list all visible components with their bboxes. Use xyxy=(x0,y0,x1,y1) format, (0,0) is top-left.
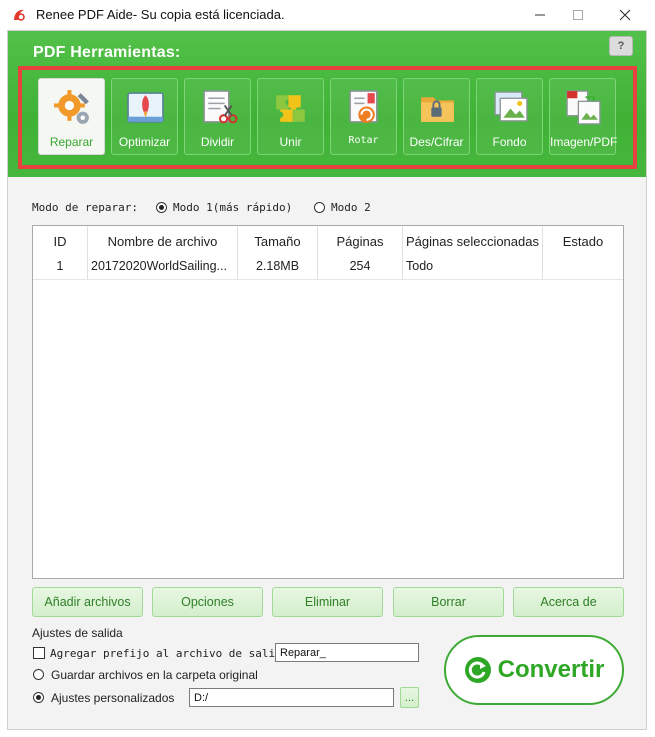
convert-label: Convertir xyxy=(497,656,605,683)
clear-button[interactable]: Borrar xyxy=(393,587,504,617)
tool-unir[interactable]: Unir xyxy=(257,78,324,155)
tool-label: Fondo xyxy=(492,135,527,149)
tool-dividir[interactable]: Dividir xyxy=(184,78,251,155)
table-cell-pages[interactable]: 254 xyxy=(318,252,403,280)
tool-label: Reparar xyxy=(49,135,94,149)
tool-label: Optimizar xyxy=(118,135,171,149)
options-button[interactable]: Opciones xyxy=(152,587,263,617)
folder-lock-icon xyxy=(421,97,454,122)
table-cell-size[interactable]: 2.18MB xyxy=(238,252,318,280)
mode1-label[interactable]: Modo 1(más rápido) xyxy=(173,201,292,214)
tool-label: Unir xyxy=(279,135,302,149)
background-image-icon xyxy=(494,91,528,122)
tool-label: Rotar xyxy=(348,135,379,146)
rocket-icon xyxy=(127,92,164,123)
window-title: Renee PDF Aide- Su copia está licenciada… xyxy=(36,7,285,22)
custom-settings-radio[interactable] xyxy=(33,692,44,703)
minimize-icon xyxy=(535,14,545,16)
puzzle-icon xyxy=(276,95,305,122)
tool-fondo[interactable]: Fondo xyxy=(476,78,543,155)
convert-arrow-icon xyxy=(464,657,491,683)
prefix-label[interactable]: Agregar prefijo al archivo de salida xyxy=(50,647,288,660)
rotate-document-icon xyxy=(349,90,378,123)
tool-rotar[interactable]: Rotar xyxy=(330,78,397,155)
save-original-radio[interactable] xyxy=(33,669,44,680)
about-button[interactable]: Acerca de xyxy=(513,587,624,617)
close-icon xyxy=(619,9,631,21)
add-files-button[interactable]: Añadir archivos xyxy=(32,587,143,617)
browse-button[interactable]: ... xyxy=(400,687,419,708)
mode-label: Modo de reparar: xyxy=(32,201,138,214)
tool-imagen-pdf[interactable]: Imagen/PDF xyxy=(549,78,618,155)
table-cell-filename[interactable]: 20172020WorldSailing... xyxy=(88,252,238,280)
help-button[interactable]: ? xyxy=(609,36,633,56)
save-original-label[interactable]: Guardar archivos en la carpeta original xyxy=(51,668,258,682)
mode2-radio[interactable] xyxy=(314,202,325,213)
maximize-button[interactable] xyxy=(555,0,601,30)
custom-settings-label[interactable]: Ajustes personalizados xyxy=(51,691,174,705)
tool-label: Imagen/PDF xyxy=(550,135,618,149)
table-cell-status[interactable] xyxy=(543,252,623,280)
prefix-checkbox[interactable] xyxy=(33,647,45,659)
help-icon: ? xyxy=(617,40,625,52)
convert-button[interactable]: Convertir xyxy=(444,635,624,705)
app-logo-icon xyxy=(14,9,25,21)
tool-optimizar[interactable]: Optimizar xyxy=(111,78,178,155)
prefix-input[interactable]: Reparar_ xyxy=(275,643,419,662)
delete-button[interactable]: Eliminar xyxy=(272,587,383,617)
table-cell-selected-pages[interactable]: Todo xyxy=(403,252,543,280)
output-path-input[interactable]: D:/ xyxy=(189,688,394,707)
output-settings-label: Ajustes de salida xyxy=(32,626,123,640)
scissors-document-icon xyxy=(203,90,238,124)
table-cell-id[interactable]: 1 xyxy=(33,252,88,280)
tool-label: Des/Cifrar xyxy=(409,135,464,149)
row-divider xyxy=(33,279,623,280)
repair-gears-icon xyxy=(54,90,89,124)
mode2-label[interactable]: Modo 2 xyxy=(331,201,371,214)
tool-label: Dividir xyxy=(200,135,235,149)
tool-des-cifrar[interactable]: Des/Cifrar xyxy=(403,78,470,155)
mode1-radio[interactable] xyxy=(156,202,167,213)
tools-title: PDF Herramientas: xyxy=(33,44,181,61)
maximize-icon xyxy=(573,10,583,20)
close-button[interactable] xyxy=(602,0,648,30)
tool-reparar[interactable]: Reparar xyxy=(38,78,105,155)
image-to-pdf-icon xyxy=(566,90,601,125)
